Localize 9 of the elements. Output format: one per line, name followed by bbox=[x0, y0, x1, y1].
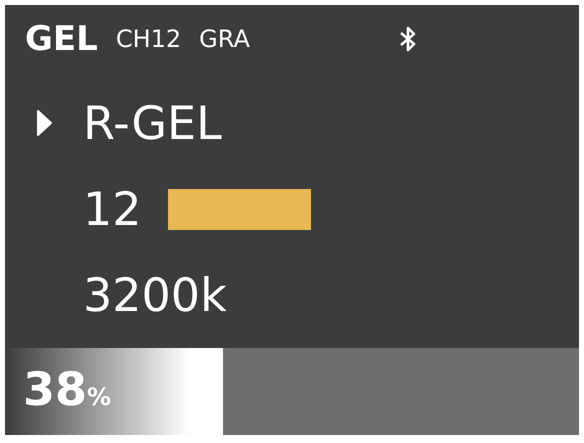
percent-unit: % bbox=[87, 383, 112, 411]
intensity-value: 38 bbox=[23, 362, 88, 416]
menu-value[interactable]: 3200k bbox=[83, 268, 227, 322]
mode-title: GEL bbox=[25, 19, 98, 59]
channel-label: CH12 bbox=[116, 25, 182, 53]
mode-label: GRA bbox=[199, 25, 250, 53]
bluetooth-icon bbox=[398, 25, 418, 53]
menu-value[interactable]: 12 bbox=[83, 182, 142, 236]
menu-value[interactable]: R-GEL bbox=[83, 96, 222, 150]
